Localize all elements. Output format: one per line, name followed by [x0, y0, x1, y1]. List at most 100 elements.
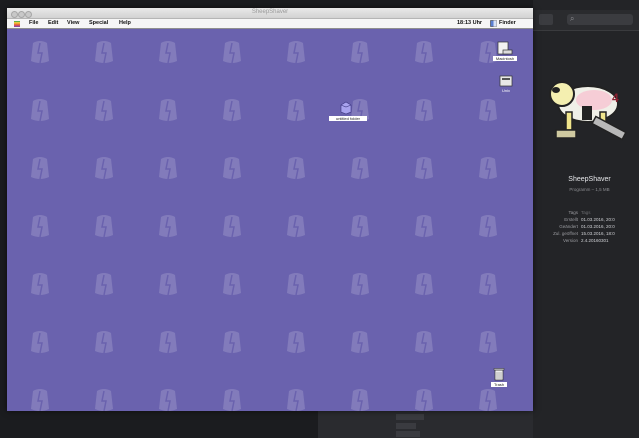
info-value: 15.03.2016, 18:0	[581, 231, 615, 236]
hard-disk-label[interactable]: Macintosh	[493, 56, 517, 61]
mac-os-logo-icon	[287, 215, 305, 238]
folder-icon[interactable]	[339, 101, 353, 115]
mac-os-logo-icon	[287, 99, 305, 122]
info-row-tags: Tags Tags	[540, 210, 639, 215]
list-item	[396, 431, 420, 437]
mac-os-logo-icon	[479, 389, 497, 411]
apple-icon[interactable]	[13, 20, 21, 28]
mac-os-logo-icon	[415, 215, 433, 238]
trash-label[interactable]: Trash	[491, 382, 507, 387]
mac-desktop[interactable]: Macintosh Unix untitled folder Trash	[7, 29, 533, 411]
mac-os-logo-icon	[415, 273, 433, 296]
menu-file[interactable]: File	[29, 20, 38, 26]
mac-os-logo-icon	[223, 99, 241, 122]
mac-os-logo-icon	[287, 157, 305, 180]
mac-os-logo-icon	[31, 273, 49, 296]
menu-special[interactable]: Special	[89, 20, 108, 26]
menubar-clock[interactable]: 18:13 Uhr	[457, 20, 482, 26]
mac-os-logo-icon	[95, 157, 113, 180]
svg-text:4: 4	[612, 91, 619, 105]
info-key: Tags	[568, 210, 578, 215]
info-key: Erstellt	[564, 217, 578, 222]
mac-os-logo-icon	[95, 331, 113, 354]
mac-os-logo-icon	[287, 41, 305, 64]
mac-os-logo-icon	[31, 99, 49, 122]
mac-os-logo-icon	[159, 389, 177, 411]
mac-os-logo-icon	[159, 215, 177, 238]
host-window-list	[318, 410, 533, 438]
list-item	[396, 423, 416, 429]
sheepshaver-icon: 4	[549, 81, 627, 141]
classic-menubar: File Edit View Special Help 18:13 Uhr Fi…	[7, 19, 533, 29]
view-button[interactable]	[539, 14, 553, 25]
mac-os-logo-icon	[479, 157, 497, 180]
info-value: 2.4.20160301	[581, 238, 609, 243]
info-row-created: Erstellt 01.03.2016, 20:0	[540, 217, 639, 222]
disk-drive-label[interactable]: Unix	[501, 88, 511, 93]
mac-os-logo-icon	[95, 215, 113, 238]
finder-toolbar: ⌕	[533, 10, 639, 31]
mac-os-logo-icon	[287, 273, 305, 296]
info-key: Version	[562, 238, 578, 243]
mac-os-logo-icon	[415, 157, 433, 180]
mac-os-logo-icon	[159, 157, 177, 180]
mac-os-logo-icon	[95, 389, 113, 411]
mac-os-logo-icon	[159, 331, 177, 354]
mac-os-logo-icon	[479, 215, 497, 238]
info-value: 01.03.2016, 20:0	[581, 224, 615, 229]
mac-os-logo-icon	[415, 41, 433, 64]
mac-os-logo-icon	[415, 389, 433, 411]
mac-os-logo-icon	[223, 389, 241, 411]
mac-os-logo-icon	[31, 215, 49, 238]
mac-os-logo-icon	[31, 389, 49, 411]
mac-os-logo-icon	[223, 157, 241, 180]
info-row-version: Version 2.4.20160301	[540, 238, 639, 243]
disk-drive-icon[interactable]	[499, 75, 513, 87]
mac-os-logo-icon	[31, 157, 49, 180]
application-menu[interactable]: Finder	[499, 20, 516, 26]
mac-os-logo-icon	[223, 273, 241, 296]
mac-os-logo-icon	[479, 273, 497, 296]
mac-os-logo-icon	[351, 215, 369, 238]
mac-os-logo-icon	[415, 99, 433, 122]
sheepshaver-window[interactable]: SheepShaver File Edit View Special Help …	[7, 8, 533, 411]
mac-os-logo-icon	[223, 331, 241, 354]
mac-os-logo-icon	[223, 41, 241, 64]
window-titlebar[interactable]: SheepShaver	[7, 8, 533, 19]
mac-os-logo-icon	[223, 215, 241, 238]
info-row-last-opened: Zul. geöffnet 15.03.2016, 18:0	[540, 231, 639, 236]
mac-os-logo-icon	[351, 157, 369, 180]
mac-os-logo-icon	[287, 331, 305, 354]
mac-os-logo-icon	[159, 99, 177, 122]
info-row-modified: Geändert 01.03.2016, 20:0	[540, 224, 639, 229]
folder-label[interactable]: untitled folder	[329, 116, 367, 121]
mac-os-logo-icon	[31, 331, 49, 354]
window-title: SheepShaver	[251, 9, 289, 15]
mac-os-logo-icon	[159, 41, 177, 64]
menu-help[interactable]: Help	[119, 20, 131, 26]
mac-os-logo-icon	[95, 99, 113, 122]
search-icon: ⌕	[570, 14, 575, 23]
mac-os-logo-icon	[479, 331, 497, 354]
mac-os-logo-icon	[287, 389, 305, 411]
mac-os-logo-icon	[351, 41, 369, 64]
mac-os-logo-icon	[31, 41, 49, 64]
mac-os-logo-icon	[415, 331, 433, 354]
mac-os-logo-icon	[95, 41, 113, 64]
menu-view[interactable]: View	[67, 20, 79, 26]
list-item	[396, 414, 424, 420]
hard-disk-icon[interactable]	[497, 41, 513, 55]
trash-icon[interactable]	[493, 367, 505, 381]
mac-os-logo-icon	[351, 273, 369, 296]
mac-os-logo-icon	[351, 389, 369, 411]
mac-os-logo-icon	[95, 273, 113, 296]
finder-icon[interactable]	[490, 20, 497, 27]
mac-os-logo-icon	[479, 99, 497, 122]
info-key: Geändert	[559, 224, 578, 229]
menu-edit[interactable]: Edit	[48, 20, 58, 26]
info-value: 01.03.2016, 20:0	[581, 217, 615, 222]
tags-field[interactable]: Tags	[581, 210, 591, 215]
app-name: SheepShaver	[568, 176, 611, 183]
search-field[interactable]	[567, 14, 633, 25]
app-kind: Programm – 1,5 MB	[569, 187, 610, 192]
